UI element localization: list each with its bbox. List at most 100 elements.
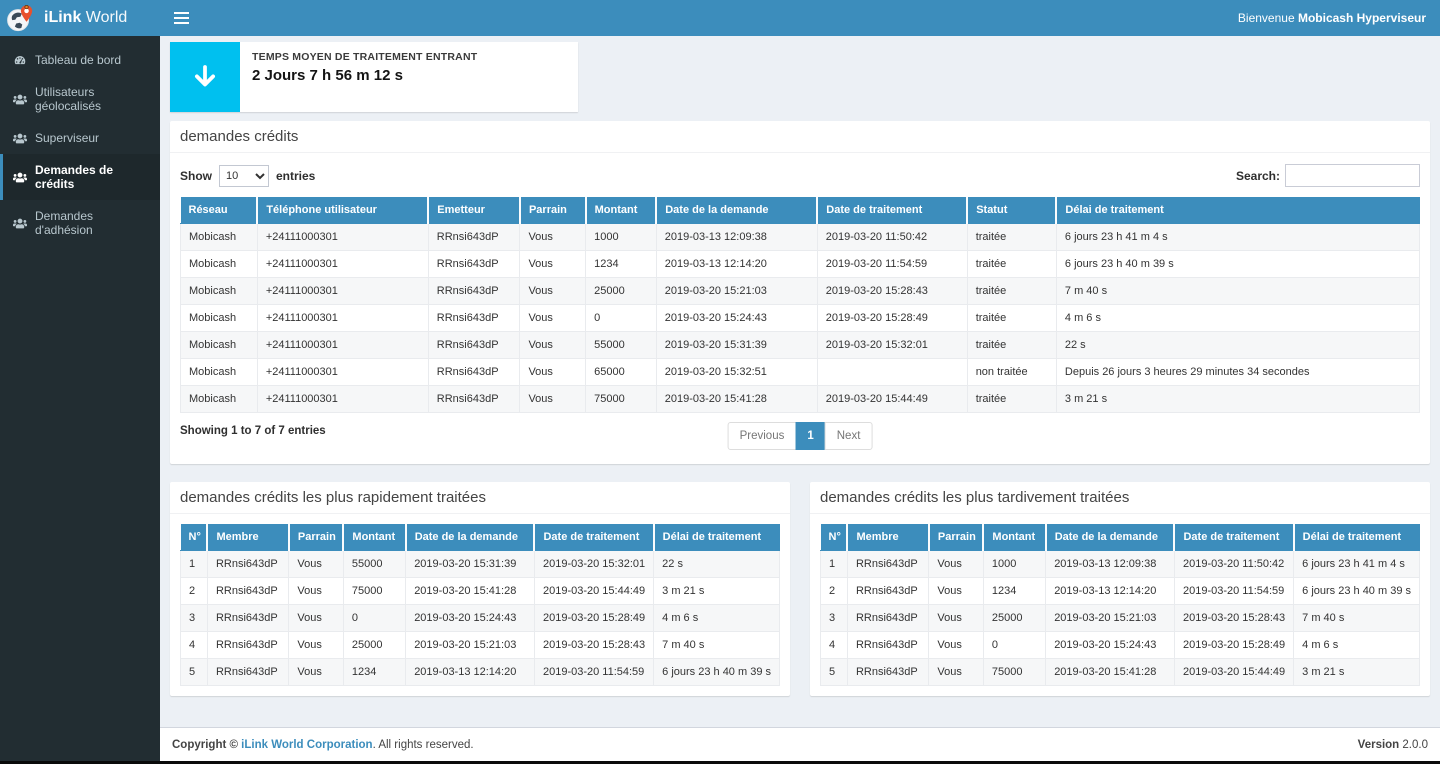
table-header-row: N°MembreParrainMontantDate de la demande…	[181, 524, 780, 551]
table-cell: Mobicash	[181, 386, 258, 413]
table-cell: +24111000301	[257, 332, 428, 359]
column-header: Parrain	[929, 524, 984, 551]
table-cell: 2019-03-20 15:44:49	[534, 578, 653, 605]
table-cell: 6 jours 23 h 41 m 4 s	[1294, 551, 1420, 578]
table-cell: 2019-03-13 12:14:20	[406, 659, 535, 686]
column-header: Délai de traitement	[1294, 524, 1420, 551]
table-cell: 7 m 40 s	[1294, 605, 1420, 632]
table-row: Mobicash+24111000301RRnsi643dPVous100020…	[181, 224, 1420, 251]
sidebar-item-utilisateurs-geolocalises[interactable]: Utilisateurs géolocalisés	[0, 76, 160, 122]
table-cell: 2019-03-20 11:54:59	[534, 659, 653, 686]
copyright-text: Copyright © iLink World Corporation. All…	[172, 739, 474, 751]
table-cell: 3 m 21 s	[654, 578, 780, 605]
table-cell: 2019-03-13 12:09:38	[1046, 551, 1175, 578]
table-cell: Mobicash	[181, 305, 258, 332]
table-cell: RRnsi643dP	[847, 551, 928, 578]
table-cell: 2019-03-20 11:50:42	[1174, 551, 1293, 578]
table-cell: 75000	[983, 659, 1045, 686]
table-cell: 1	[181, 551, 208, 578]
table-cell: traitée	[967, 332, 1056, 359]
table-cell: Vous	[520, 332, 586, 359]
table-cell: +24111000301	[257, 359, 428, 386]
column-header[interactable]: Emetteur	[428, 197, 520, 224]
sidebar-item-demandes-de-credits[interactable]: Demandes de crédits	[0, 154, 160, 200]
table-cell: Mobicash	[181, 224, 258, 251]
table-cell: RRnsi643dP	[428, 224, 520, 251]
table-cell: Vous	[289, 578, 344, 605]
search-label: Search:	[1236, 169, 1280, 183]
search-input[interactable]	[1285, 164, 1420, 187]
column-header[interactable]: Réseau	[181, 197, 258, 224]
column-header: Membre	[207, 524, 288, 551]
table-cell: 25000	[983, 605, 1045, 632]
company-link[interactable]: iLink World Corporation	[241, 739, 372, 751]
sidebar-item-label: Superviseur	[35, 131, 99, 145]
table-cell: non traitée	[967, 359, 1056, 386]
down-arrow-icon	[170, 42, 240, 112]
column-header: Parrain	[289, 524, 344, 551]
previous-page-button[interactable]: Previous	[728, 422, 797, 450]
column-header[interactable]: Date de traitement	[817, 197, 967, 224]
table-row: Mobicash+24111000301RRnsi643dPVous02019-…	[181, 305, 1420, 332]
page-length-control: Show 10 entries	[180, 165, 315, 187]
table-cell: 2	[821, 578, 848, 605]
table-cell: +24111000301	[257, 386, 428, 413]
table-cell: 75000	[586, 386, 657, 413]
pagination: Previous 1 Next	[728, 422, 873, 450]
page-1-button[interactable]: 1	[795, 422, 825, 450]
welcome-message: Bienvenue Mobicash Hyperviseur	[1238, 11, 1426, 25]
table-cell: Vous	[929, 605, 984, 632]
show-label: Show	[180, 169, 212, 183]
table-cell: 2019-03-20 15:41:28	[1046, 659, 1175, 686]
column-header: Membre	[847, 524, 928, 551]
table-cell: 2019-03-20 15:28:43	[1174, 605, 1293, 632]
sidebar-item-label: Demandes d'adhésion	[35, 209, 152, 237]
table-cell: 2019-03-13 12:14:20	[656, 251, 817, 278]
next-page-button[interactable]: Next	[825, 422, 873, 450]
table-cell: Vous	[929, 659, 984, 686]
column-header: N°	[181, 524, 208, 551]
column-header[interactable]: Date de la demande	[656, 197, 817, 224]
table-cell: traitée	[967, 251, 1056, 278]
credits-panel: demandes crédits Show 10 entries Search:	[170, 121, 1430, 464]
column-header[interactable]: Délai de traitement	[1056, 197, 1419, 224]
column-header[interactable]: Parrain	[520, 197, 586, 224]
table-cell: 6 jours 23 h 40 m 39 s	[1056, 251, 1419, 278]
table-row: Mobicash+24111000301RRnsi643dPVous750002…	[181, 386, 1420, 413]
table-row: 5RRnsi643dPVous12342019-03-13 12:14:2020…	[181, 659, 780, 686]
sidebar: iLink World Tableau de bord Utilisateurs…	[0, 0, 160, 764]
table-row: 2RRnsi643dPVous12342019-03-13 12:14:2020…	[821, 578, 1420, 605]
table-cell: Mobicash	[181, 251, 258, 278]
sidebar-item-tableau-de-bord[interactable]: Tableau de bord	[0, 44, 160, 76]
sidebar-item-label: Demandes de crédits	[35, 163, 152, 191]
fastest-processed-panel: demandes crédits les plus rapidement tra…	[170, 482, 790, 696]
column-header[interactable]: Téléphone utilisateur	[257, 197, 428, 224]
page-length-select[interactable]: 10	[219, 165, 269, 187]
table-cell: +24111000301	[257, 224, 428, 251]
table-row: 4RRnsi643dPVous02019-03-20 15:24:432019-…	[821, 632, 1420, 659]
sidebar-item-superviseur[interactable]: Superviseur	[0, 122, 160, 154]
table-cell: 4	[181, 632, 208, 659]
panel-title: demandes crédits les plus rapidement tra…	[170, 482, 790, 514]
table-cell: 25000	[343, 632, 405, 659]
table-cell: RRnsi643dP	[428, 305, 520, 332]
column-header[interactable]: Montant	[586, 197, 657, 224]
table-cell: 4 m 6 s	[1056, 305, 1419, 332]
table-cell: Vous	[929, 578, 984, 605]
page-footer: Copyright © iLink World Corporation. All…	[160, 727, 1440, 761]
column-header[interactable]: Statut	[967, 197, 1056, 224]
table-cell: 2019-03-20 15:41:28	[656, 386, 817, 413]
table-cell: RRnsi643dP	[428, 251, 520, 278]
hamburger-menu-icon[interactable]	[174, 0, 208, 36]
latest-processed-panel: demandes crédits les plus tardivement tr…	[810, 482, 1430, 696]
table-cell: 75000	[343, 578, 405, 605]
fastest-processed-table: N°MembreParrainMontantDate de la demande…	[180, 524, 780, 686]
table-cell: RRnsi643dP	[428, 359, 520, 386]
users-icon	[13, 217, 27, 230]
table-cell: 2019-03-20 15:28:43	[817, 278, 967, 305]
avg-processing-time-infobox: TEMPS MOYEN DE TRAITEMENT ENTRANT 2 Jour…	[170, 42, 578, 112]
sidebar-item-demandes-adhesion[interactable]: Demandes d'adhésion	[0, 200, 160, 246]
column-header: Date de la demande	[406, 524, 535, 551]
table-cell: traitée	[967, 224, 1056, 251]
table-cell: 6 jours 23 h 40 m 39 s	[1294, 578, 1420, 605]
